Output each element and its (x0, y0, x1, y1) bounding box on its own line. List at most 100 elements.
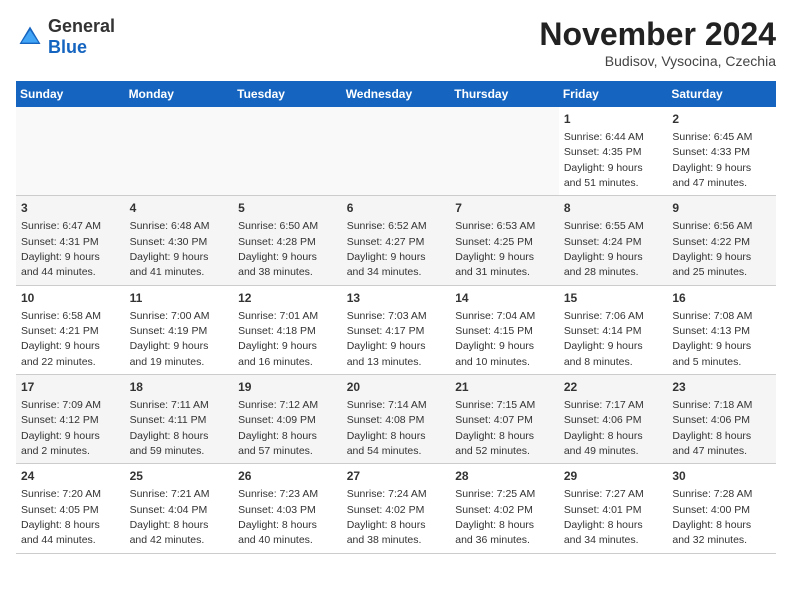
day-number: 5 (238, 200, 337, 217)
day-number: 27 (347, 468, 446, 485)
day-number: 13 (347, 290, 446, 307)
day-number: 10 (21, 290, 120, 307)
day-detail: Sunrise: 7:01 AM Sunset: 4:18 PM Dayligh… (238, 310, 318, 368)
day-detail: Sunrise: 7:03 AM Sunset: 4:17 PM Dayligh… (347, 310, 427, 368)
week-row-4: 24 Sunrise: 7:20 AM Sunset: 4:05 PM Dayli… (16, 464, 776, 553)
header-row: SundayMondayTuesdayWednesdayThursdayFrid… (16, 81, 776, 107)
day-cell: 17Sunrise: 7:09 AM Sunset: 4:12 PM Dayli… (16, 375, 125, 464)
day-number: 20 (347, 379, 446, 396)
day-detail: Sunrise: 7:20 AM Sunset: 4:05 PM Dayligh… (21, 488, 101, 546)
day-cell: 6 Sunrise: 6:52 AM Sunset: 4:27 PM Daylig… (342, 196, 451, 285)
day-number: 16 (672, 290, 771, 307)
day-detail: Sunrise: 6:53 AM Sunset: 4:25 PM Dayligh… (455, 220, 535, 278)
day-cell: 11Sunrise: 7:00 AM Sunset: 4:19 PM Dayli… (125, 285, 234, 374)
day-cell: 5 Sunrise: 6:50 AM Sunset: 4:28 PM Daylig… (233, 196, 342, 285)
day-detail: Sunrise: 6:55 AM Sunset: 4:24 PM Dayligh… (564, 220, 644, 278)
header-day-wednesday: Wednesday (342, 81, 451, 107)
day-number: 19 (238, 379, 337, 396)
header-day-thursday: Thursday (450, 81, 559, 107)
day-cell: 3 Sunrise: 6:47 AM Sunset: 4:31 PM Daylig… (16, 196, 125, 285)
day-number: 9 (672, 200, 771, 217)
day-detail: Sunrise: 7:14 AM Sunset: 4:08 PM Dayligh… (347, 399, 427, 457)
day-cell (16, 107, 125, 196)
day-cell: 27 Sunrise: 7:24 AM Sunset: 4:02 PM Dayli… (342, 464, 451, 553)
day-detail: Sunrise: 6:47 AM Sunset: 4:31 PM Dayligh… (21, 220, 101, 278)
day-number: 23 (672, 379, 771, 396)
logo: General Blue (16, 16, 115, 58)
day-number: 2 (672, 111, 771, 128)
day-detail: Sunrise: 7:11 AM Sunset: 4:11 PM Dayligh… (130, 399, 209, 457)
logo-blue: Blue (48, 37, 87, 57)
week-row-3: 17Sunrise: 7:09 AM Sunset: 4:12 PM Dayli… (16, 375, 776, 464)
day-cell: 19 Sunrise: 7:12 AM Sunset: 4:09 PM Dayli… (233, 375, 342, 464)
day-number: 22 (564, 379, 663, 396)
day-cell: 13 Sunrise: 7:03 AM Sunset: 4:17 PM Dayli… (342, 285, 451, 374)
day-cell: 25Sunrise: 7:21 AM Sunset: 4:04 PM Dayli… (125, 464, 234, 553)
day-number: 8 (564, 200, 663, 217)
header-day-friday: Friday (559, 81, 668, 107)
day-number: 30 (672, 468, 771, 485)
day-cell: 18Sunrise: 7:11 AM Sunset: 4:11 PM Dayli… (125, 375, 234, 464)
title-area: November 2024 Budisov, Vysocina, Czechia (539, 16, 776, 69)
day-detail: Sunrise: 6:45 AM Sunset: 4:33 PM Dayligh… (672, 131, 752, 189)
day-cell: 29Sunrise: 7:27 AM Sunset: 4:01 PM Dayli… (559, 464, 668, 553)
day-number: 1 (564, 111, 663, 128)
day-cell: 9 Sunrise: 6:56 AM Sunset: 4:22 PM Daylig… (667, 196, 776, 285)
day-detail: Sunrise: 6:52 AM Sunset: 4:27 PM Dayligh… (347, 220, 427, 278)
day-cell: 8 Sunrise: 6:55 AM Sunset: 4:24 PM Daylig… (559, 196, 668, 285)
day-cell: 21Sunrise: 7:15 AM Sunset: 4:07 PM Dayli… (450, 375, 559, 464)
header-day-sunday: Sunday (16, 81, 125, 107)
day-cell (342, 107, 451, 196)
day-detail: Sunrise: 7:17 AM Sunset: 4:06 PM Dayligh… (564, 399, 644, 457)
day-number: 12 (238, 290, 337, 307)
day-number: 28 (455, 468, 554, 485)
day-cell (125, 107, 234, 196)
day-detail: Sunrise: 7:24 AM Sunset: 4:02 PM Dayligh… (347, 488, 427, 546)
day-cell: 30 Sunrise: 7:28 AM Sunset: 4:00 PM Dayli… (667, 464, 776, 553)
day-detail: Sunrise: 6:58 AM Sunset: 4:21 PM Dayligh… (21, 310, 101, 368)
day-detail: Sunrise: 6:50 AM Sunset: 4:28 PM Dayligh… (238, 220, 318, 278)
week-row-0: 1Sunrise: 6:44 AM Sunset: 4:35 PM Daylig… (16, 107, 776, 196)
day-cell: 24 Sunrise: 7:20 AM Sunset: 4:05 PM Dayli… (16, 464, 125, 553)
logo-icon (16, 23, 44, 51)
header-day-tuesday: Tuesday (233, 81, 342, 107)
day-cell: 20 Sunrise: 7:14 AM Sunset: 4:08 PM Dayli… (342, 375, 451, 464)
day-cell: 2 Sunrise: 6:45 AM Sunset: 4:33 PM Daylig… (667, 107, 776, 196)
day-number: 7 (455, 200, 554, 217)
location: Budisov, Vysocina, Czechia (539, 53, 776, 69)
day-detail: Sunrise: 7:25 AM Sunset: 4:02 PM Dayligh… (455, 488, 535, 546)
month-title: November 2024 (539, 16, 776, 53)
week-row-2: 10 Sunrise: 6:58 AM Sunset: 4:21 PM Dayli… (16, 285, 776, 374)
day-detail: Sunrise: 7:08 AM Sunset: 4:13 PM Dayligh… (672, 310, 752, 368)
day-detail: Sunrise: 7:28 AM Sunset: 4:00 PM Dayligh… (672, 488, 752, 546)
day-detail: Sunrise: 7:27 AM Sunset: 4:01 PM Dayligh… (564, 488, 644, 546)
day-cell: 16 Sunrise: 7:08 AM Sunset: 4:13 PM Dayli… (667, 285, 776, 374)
day-number: 26 (238, 468, 337, 485)
day-detail: Sunrise: 7:23 AM Sunset: 4:03 PM Dayligh… (238, 488, 318, 546)
day-cell (233, 107, 342, 196)
logo-general: General (48, 16, 115, 36)
week-row-1: 3 Sunrise: 6:47 AM Sunset: 4:31 PM Daylig… (16, 196, 776, 285)
header-day-saturday: Saturday (667, 81, 776, 107)
day-detail: Sunrise: 7:09 AM Sunset: 4:12 PM Dayligh… (21, 399, 101, 457)
day-detail: Sunrise: 7:06 AM Sunset: 4:14 PM Dayligh… (564, 310, 644, 368)
day-cell: 10 Sunrise: 6:58 AM Sunset: 4:21 PM Dayli… (16, 285, 125, 374)
day-number: 6 (347, 200, 446, 217)
day-cell: 28 Sunrise: 7:25 AM Sunset: 4:02 PM Dayli… (450, 464, 559, 553)
day-cell: 7 Sunrise: 6:53 AM Sunset: 4:25 PM Daylig… (450, 196, 559, 285)
day-detail: Sunrise: 6:56 AM Sunset: 4:22 PM Dayligh… (672, 220, 752, 278)
calendar-header: SundayMondayTuesdayWednesdayThursdayFrid… (16, 81, 776, 107)
day-cell: 12 Sunrise: 7:01 AM Sunset: 4:18 PM Dayli… (233, 285, 342, 374)
day-cell (450, 107, 559, 196)
header: General Blue November 2024 Budisov, Vyso… (16, 16, 776, 69)
day-number: 3 (21, 200, 120, 217)
day-detail: Sunrise: 6:48 AM Sunset: 4:30 PM Dayligh… (130, 220, 210, 278)
day-detail: Sunrise: 7:12 AM Sunset: 4:09 PM Dayligh… (238, 399, 318, 457)
day-number: 15 (564, 290, 663, 307)
day-number: 11 (130, 290, 229, 307)
day-cell: 23Sunrise: 7:18 AM Sunset: 4:06 PM Dayli… (667, 375, 776, 464)
day-cell: 4Sunrise: 6:48 AM Sunset: 4:30 PM Daylig… (125, 196, 234, 285)
day-cell: 14Sunrise: 7:04 AM Sunset: 4:15 PM Dayli… (450, 285, 559, 374)
day-cell: 26 Sunrise: 7:23 AM Sunset: 4:03 PM Dayli… (233, 464, 342, 553)
day-number: 24 (21, 468, 120, 485)
